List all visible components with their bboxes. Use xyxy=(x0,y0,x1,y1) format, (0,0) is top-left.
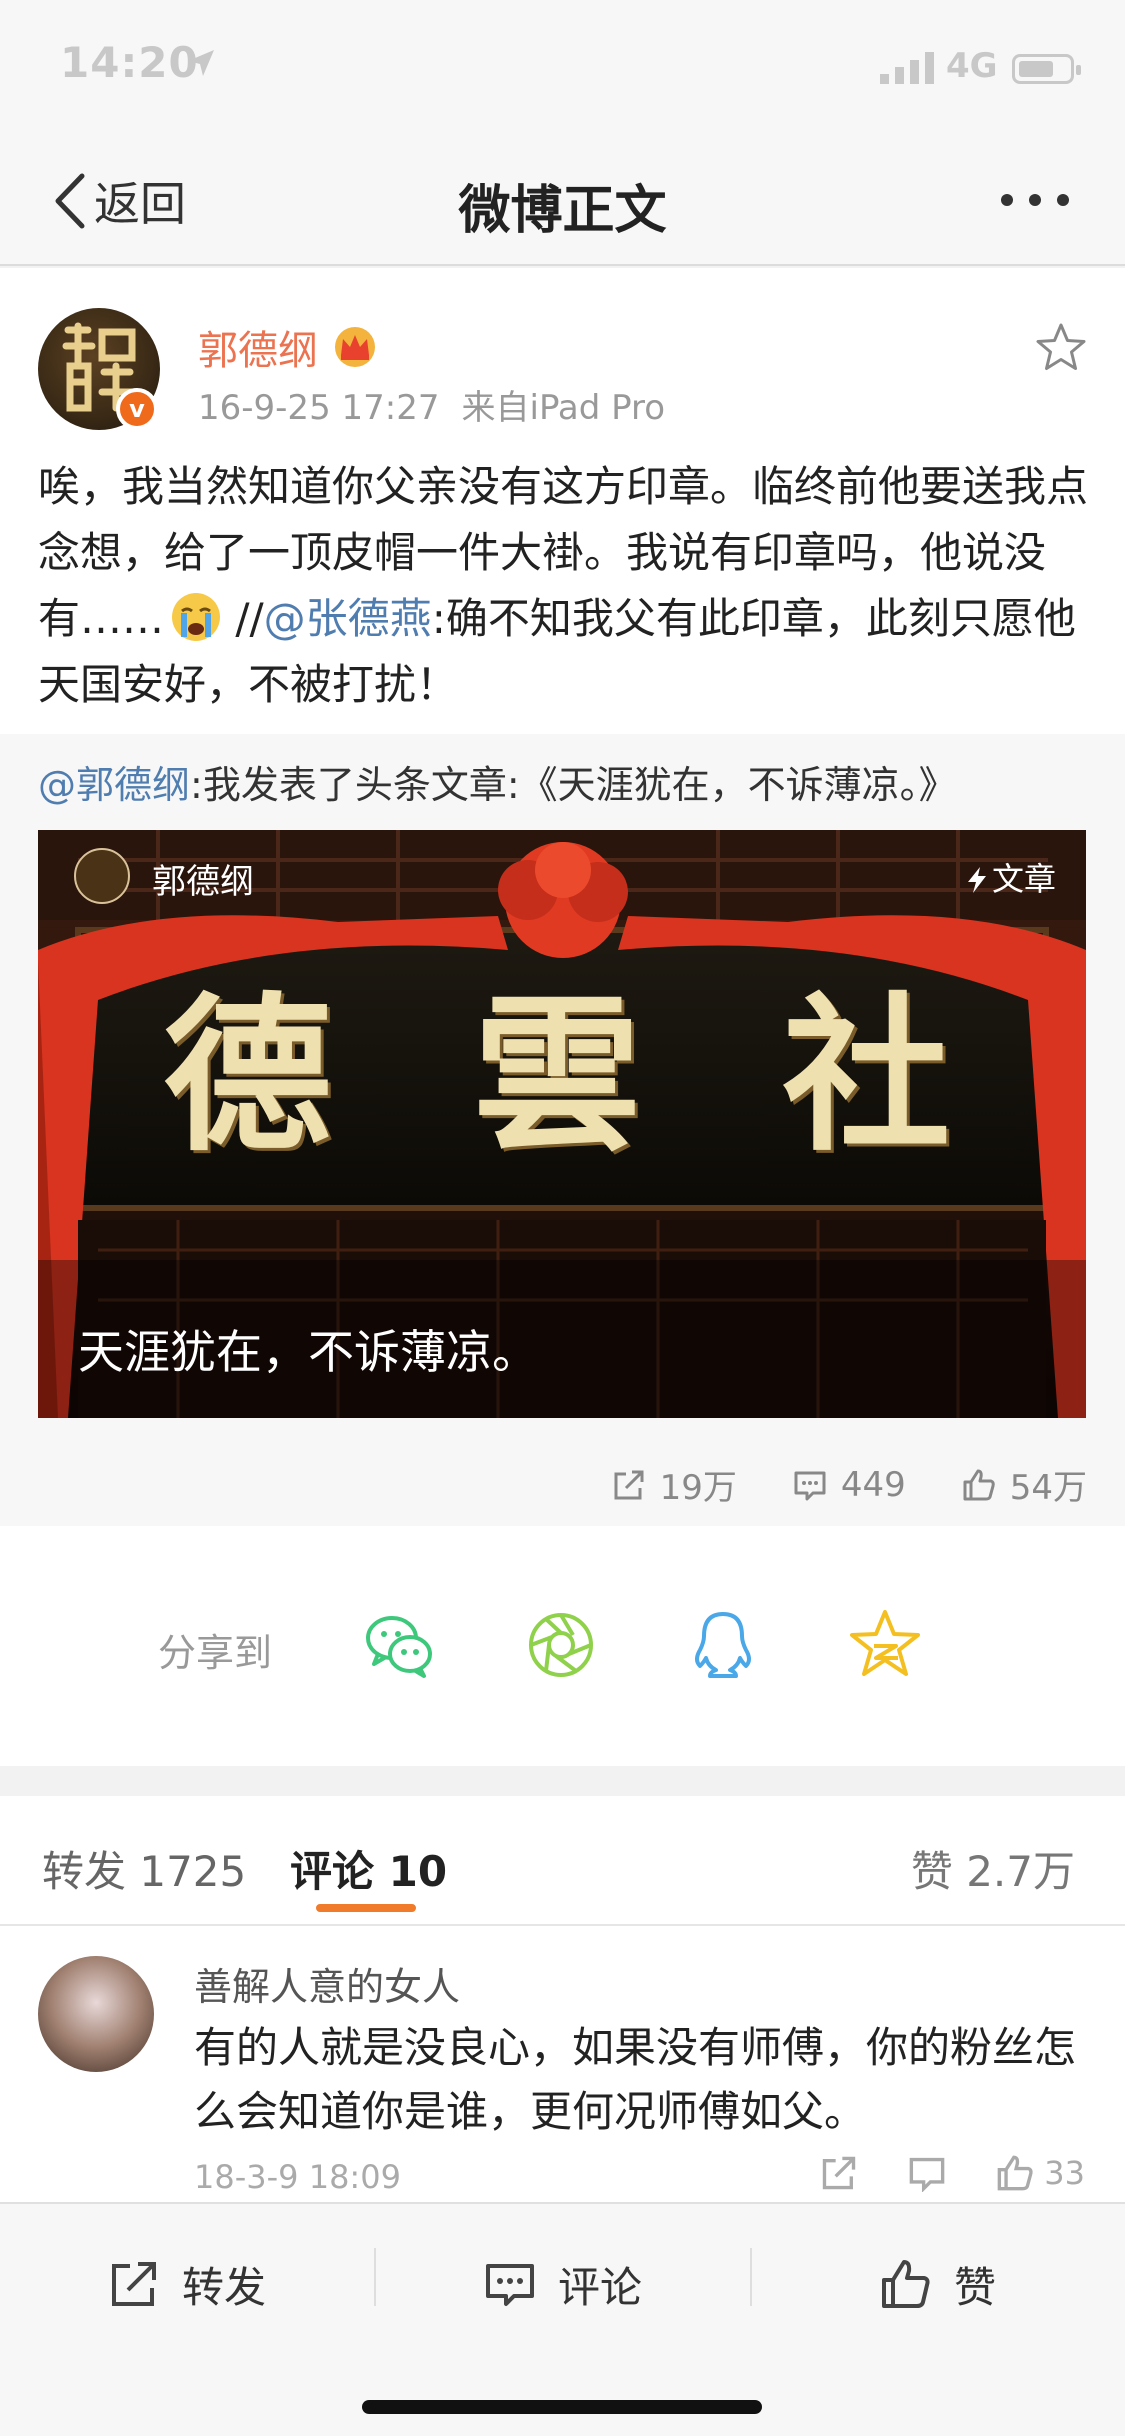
status-time: 14:20 xyxy=(60,38,199,87)
signal-icon xyxy=(880,52,934,84)
tab-reposts[interactable]: 转发 1725 xyxy=(42,1838,246,1899)
plaque-char-3: 社 xyxy=(782,976,961,1174)
repost-button-label: 转发 xyxy=(182,2262,267,2312)
like-count-button[interactable]: 54万 xyxy=(962,1460,1087,1509)
comment-time: 18-3-9 18:09 xyxy=(194,2158,401,2196)
comment-like-button[interactable]: 33 xyxy=(996,2154,1085,2192)
plaque-char-2: 雲 xyxy=(472,976,651,1174)
post-text-sep: // xyxy=(222,594,264,643)
thumbs-up-icon xyxy=(963,1469,995,1500)
like-button-label: 赞 xyxy=(954,2262,997,2312)
post-source: 来自iPad Pro xyxy=(461,388,666,428)
article-card[interactable]: 德 雲 社 郭德纲 文章 天涯犹在，不诉薄凉。 xyxy=(38,830,1086,1418)
share-panel: 分享到 xyxy=(0,1526,1125,1766)
card-author-name: 郭德纲 xyxy=(152,862,254,902)
reposted-content: @郭德纲:我发表了头条文章:《天涯犹在，不诉薄凉。》 德 雲 社 郭德纲 文章 … xyxy=(0,734,1125,1526)
wechat-icon[interactable] xyxy=(362,1608,436,1682)
toolbar-divider xyxy=(374,2248,376,2306)
verified-badge: v xyxy=(116,388,158,430)
article-title: 天涯犹在，不诉薄凉。 xyxy=(78,1325,538,1379)
like-thumb-icon xyxy=(882,2260,930,2308)
repost-icon xyxy=(112,2262,156,2306)
mention-link[interactable]: @张德燕 xyxy=(264,594,432,643)
post-meta: 16-9-25 17:27 来自iPad Pro xyxy=(198,380,665,429)
repost-mention-link[interactable]: @郭德纲 xyxy=(38,763,190,807)
commenter-avatar[interactable] xyxy=(38,1956,154,2072)
author-name-text: 郭德纲 xyxy=(198,328,318,374)
location-arrow-icon xyxy=(188,50,214,76)
post-date: 16-9-25 17:27 xyxy=(198,388,440,428)
favorite-star-icon[interactable] xyxy=(1035,322,1087,372)
repost-button[interactable]: 转发 xyxy=(108,2244,266,2324)
post-card: v 郭德纲 16-9-25 17:27 来自iPad Pro 唉，我当然知道你父亲… xyxy=(0,268,1125,1526)
share-label: 分享到 xyxy=(158,1631,273,1675)
author-name[interactable]: 郭德纲 xyxy=(198,318,378,376)
moments-icon[interactable] xyxy=(524,1608,598,1682)
post-actions: 19万 449 54万 xyxy=(612,1460,1087,1509)
like-count: 54万 xyxy=(1009,1468,1087,1508)
network-type: 4G xyxy=(946,46,998,86)
commenter-name[interactable]: 善解人意的女人 xyxy=(194,1956,460,2011)
crown-icon xyxy=(335,327,375,367)
card-author-avatar xyxy=(74,848,130,904)
toolbar-divider xyxy=(750,2248,752,2306)
repost-count: 19万 xyxy=(659,1468,737,1508)
comment-icon xyxy=(794,1471,826,1500)
active-tab-indicator xyxy=(316,1904,416,1912)
like-button[interactable]: 赞 xyxy=(880,2244,996,2324)
comment-actions: 33 xyxy=(820,2154,1085,2192)
comment-thumbs-up-icon xyxy=(997,2155,1033,2191)
article-tag: 文章 xyxy=(966,854,1056,900)
comment-text: 有的人就是没良心，如果没有师傅，你的粉丝怎么会知道你是谁，更何况师傅如父。 xyxy=(194,2023,1077,2136)
repost-count-button[interactable]: 19万 xyxy=(612,1460,737,1509)
lightning-icon xyxy=(967,867,986,893)
comment-item: 善解人意的女人 有的人就是没良心，如果没有师傅，你的粉丝怎么会知道你是谁，更何况… xyxy=(0,1926,1125,2206)
comment-bubble-icon xyxy=(486,2264,534,2306)
repost-text: :我发表了头条文章:《天涯犹在，不诉薄凉。》 xyxy=(190,763,957,807)
home-indicator xyxy=(362,2400,762,2414)
status-bar: 14:20 4G xyxy=(0,0,1125,134)
comment-share-icon[interactable] xyxy=(820,2154,858,2192)
comment-count-button[interactable]: 449 xyxy=(793,1460,906,1509)
crying-emoji-icon xyxy=(172,593,221,641)
post-body: 唉，我当然知道你父亲没有这方印章。临终前他要送我点念想，给了一顶皮帽一件大褂。我… xyxy=(38,454,1088,718)
plaque-char-1: 德 xyxy=(163,976,342,1174)
battery-icon xyxy=(1012,54,1081,84)
tab-comments[interactable]: 评论 10 xyxy=(290,1838,447,1899)
article-tag-label: 文章 xyxy=(991,860,1056,898)
comment-button-label: 评论 xyxy=(558,2262,643,2312)
detail-tabs: 转发 1725 评论 10 赞 2.7万 xyxy=(0,1796,1125,1926)
qq-icon[interactable] xyxy=(686,1608,760,1682)
tab-likes[interactable]: 赞 2.7万 xyxy=(911,1838,1075,1899)
page-title: 微博正文 xyxy=(458,181,667,241)
comment-like-count: 33 xyxy=(1044,2154,1085,2192)
nav-bar: 返回 微博正文 xyxy=(0,134,1125,266)
repost-line: @郭德纲:我发表了头条文章:《天涯犹在，不诉薄凉。》 xyxy=(38,754,957,809)
share-out-icon xyxy=(614,1470,644,1499)
more-button[interactable] xyxy=(1001,194,1069,206)
comment-button[interactable]: 评论 xyxy=(484,2244,642,2324)
qzone-icon[interactable] xyxy=(848,1608,922,1682)
comment-count: 449 xyxy=(840,1464,906,1505)
plaque-text: 德 雲 社 xyxy=(38,940,1086,1183)
comment-reply-icon[interactable] xyxy=(908,2154,946,2192)
